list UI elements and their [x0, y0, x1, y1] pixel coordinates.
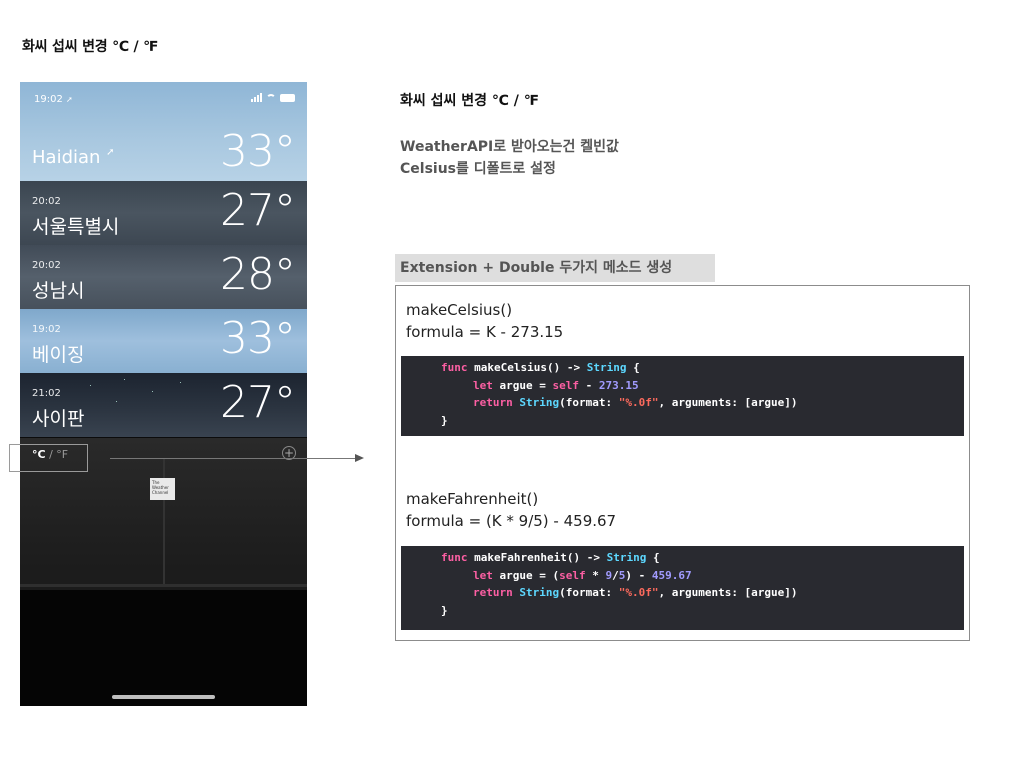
code-token: String	[519, 396, 560, 409]
code-line: return String(format: "%.0f", arguments:…	[473, 586, 798, 599]
location-arrow-icon: ➚	[106, 147, 115, 158]
city-name: Haidian ➚	[32, 147, 115, 168]
city-temperature: 33°	[220, 313, 296, 364]
city-row-seongnam[interactable]: 20:02 성남시 28°	[20, 245, 307, 309]
formula-celsius: formula = K - 273.15	[406, 323, 564, 341]
code-token: self	[559, 568, 586, 582]
code-token: *	[585, 568, 606, 582]
code-token: argue = (	[499, 568, 560, 582]
code-token: "%.0f"	[618, 586, 659, 599]
location-arrow-icon: ➚	[66, 95, 73, 104]
code-token: self	[552, 378, 579, 392]
code-token: (format:	[559, 396, 619, 409]
code-token: let	[473, 568, 500, 582]
page-title: 화씨 섭씨 변경 ℃ / ℉	[22, 39, 159, 55]
code-token: 459.67	[651, 568, 692, 582]
code-token: return	[473, 396, 520, 409]
status-time-text: 19:02	[34, 94, 63, 105]
code-token: ) -	[625, 568, 652, 582]
code-token: , arguments: [argue])	[658, 586, 798, 599]
toggle-highlight-box	[9, 444, 88, 472]
code-token: "%.0f"	[618, 396, 659, 409]
battery-icon	[280, 93, 295, 102]
code-line: let argue = (self * 9/5) - 459.67	[473, 569, 692, 582]
code-line: func makeCelsius() -> String {	[441, 361, 640, 374]
code-token: makeFahrenheit() ->	[474, 551, 607, 564]
code-token: }	[441, 603, 448, 617]
city-temperature: 27°	[220, 377, 296, 428]
window-frame-line	[20, 584, 307, 587]
function-name-fahrenheit: makeFahrenheit()	[406, 490, 539, 508]
formula-fahrenheit: formula = (K * 9/5) - 459.67	[406, 512, 617, 530]
city-temperature: 33°	[220, 126, 296, 177]
phone-screenshot: 19:02 ➚ Haidian ➚ 33° 20:02 서울특별시 27° 20…	[20, 82, 307, 706]
city-local-time: 21:02	[32, 388, 61, 399]
code-token: /	[612, 568, 619, 582]
code-token: }	[441, 413, 448, 427]
status-bar: 19:02 ➚	[20, 82, 307, 118]
code-panel: makeCelsius() formula = K - 273.15 func …	[395, 285, 970, 641]
city-name: 성남시	[32, 280, 85, 302]
code-token: 273.15	[598, 378, 639, 392]
code-token: , arguments: [argue])	[658, 396, 798, 409]
city-local-time: 20:02	[32, 260, 61, 271]
code-line: return String(format: "%.0f", arguments:…	[473, 396, 798, 409]
city-row-seoul[interactable]: 20:02 서울특별시 27°	[20, 181, 307, 245]
code-token: let	[473, 378, 500, 392]
arrow-right-icon	[355, 454, 364, 462]
notes-title: 화씨 섭씨 변경 ℃ / ℉	[400, 93, 539, 109]
code-token: argue =	[499, 378, 553, 392]
code-token: (format:	[559, 586, 619, 599]
code-token: String	[586, 361, 627, 374]
section-label: Extension + Double 두가지 메소드 생성	[395, 254, 715, 282]
bottom-toolbar-area: °C / °F + The Weather Channel	[20, 438, 307, 706]
code-token: -	[578, 378, 599, 392]
code-token: {	[626, 361, 640, 374]
code-token: {	[646, 551, 660, 564]
code-line: }	[441, 604, 448, 617]
weather-channel-logo[interactable]: The Weather Channel	[150, 478, 175, 500]
city-name-text: Haidian	[32, 147, 101, 168]
city-local-time: 19:02	[32, 324, 61, 335]
code-line: }	[441, 414, 448, 427]
note-celsius-default: Celsius를 디폴트로 설정	[400, 161, 556, 177]
function-name-celsius: makeCelsius()	[406, 301, 513, 319]
city-name: 사이판	[32, 408, 85, 430]
code-line: func makeFahrenheit() -> String {	[441, 551, 660, 564]
code-token: String	[606, 551, 647, 564]
status-time: 19:02 ➚	[34, 94, 73, 105]
code-token: makeCelsius() ->	[474, 361, 587, 374]
wifi-icon	[266, 94, 276, 101]
city-local-time: 20:02	[32, 196, 61, 207]
code-block-fahrenheit: func makeFahrenheit() -> String { let arg…	[401, 546, 964, 630]
bottom-background	[20, 590, 307, 706]
code-token: func	[441, 361, 475, 374]
code-token: return	[473, 586, 520, 599]
city-temperature: 27°	[220, 185, 296, 236]
code-token: func	[441, 551, 475, 564]
code-line: let argue = self - 273.15	[473, 379, 639, 392]
city-temperature: 28°	[220, 249, 296, 300]
city-row-saipan[interactable]: 21:02 사이판 27°	[20, 373, 307, 437]
city-row-beijing[interactable]: 19:02 베이징 33°	[20, 309, 307, 373]
city-name: 베이징	[32, 344, 85, 366]
home-indicator[interactable]	[112, 695, 215, 699]
signal-icon	[251, 93, 262, 102]
code-block-celsius: func makeCelsius() -> String { let argue …	[401, 356, 964, 436]
city-name: 서울특별시	[32, 216, 120, 238]
connector-line	[110, 458, 357, 459]
note-kelvin: WeatherAPI로 받아오는건 켈빈값	[400, 139, 619, 155]
code-token: String	[519, 586, 560, 599]
